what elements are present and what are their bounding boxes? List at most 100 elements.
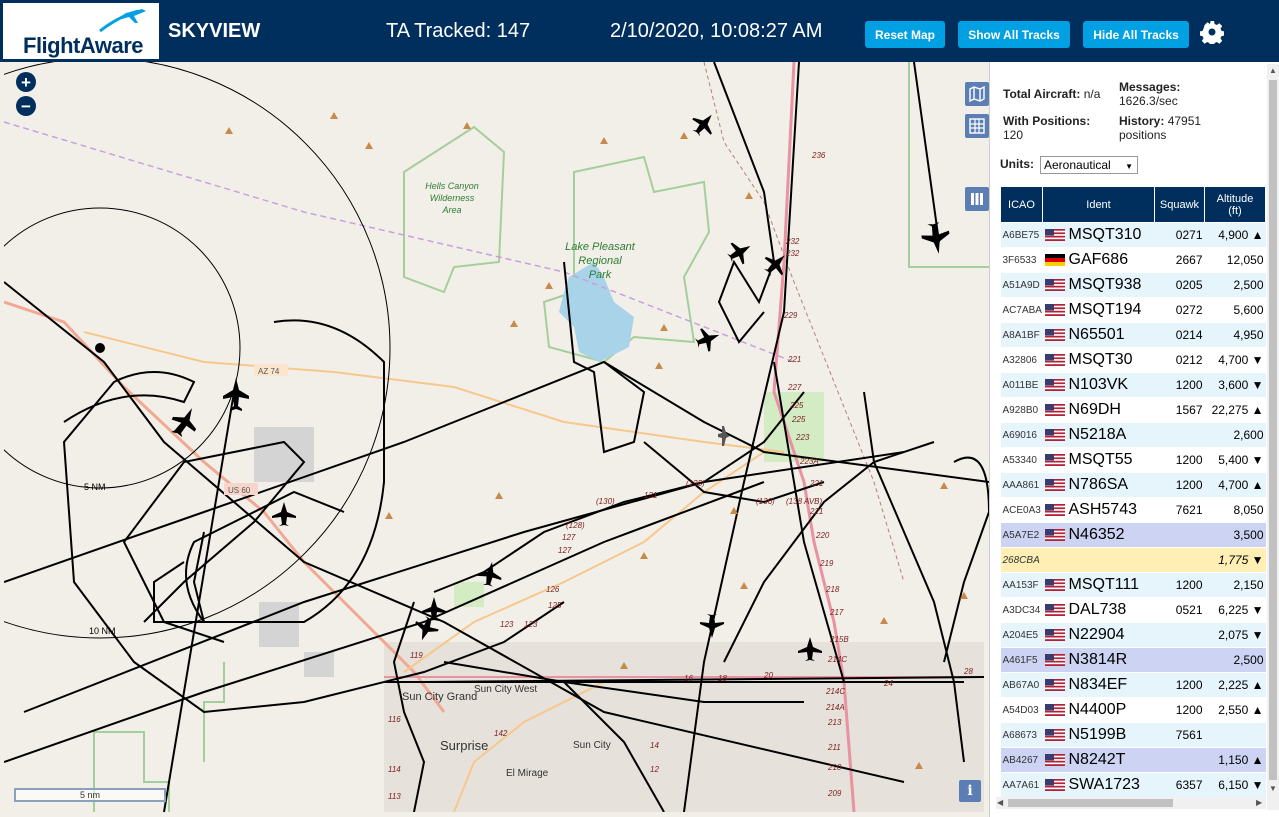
table-row[interactable]: 3F6533 GAF686 2667 12,050	[1000, 247, 1266, 273]
history-stat: History: 47951 positions	[1119, 114, 1201, 142]
cell-icao: A8A1BF	[1000, 322, 1043, 348]
grid-toggle-button[interactable]	[965, 114, 989, 138]
range-ring-10nm	[4, 62, 391, 639]
cell-altitude: 2,150	[1204, 572, 1266, 598]
scroll-right-arrow[interactable]: ▶	[1256, 798, 1262, 807]
urban-area	[254, 427, 314, 482]
table-row[interactable]: AAA861 N786SA 1200 4,700 ▲	[1000, 472, 1266, 498]
cell-ident: N4400P	[1042, 697, 1155, 723]
table-row[interactable]: A54D03 N4400P 1200 2,550 ▲	[1000, 697, 1266, 723]
col-header-altitude[interactable]: Altitude (ft)	[1204, 186, 1266, 223]
col-header-squawk[interactable]: Squawk	[1154, 186, 1205, 223]
cell-icao: A928B0	[1000, 397, 1043, 423]
gear-icon[interactable]	[1200, 20, 1224, 44]
table-row[interactable]: A32806 MSQT30 0212 4,700 ▼	[1000, 347, 1266, 373]
col-header-icao[interactable]: ICAO	[1000, 186, 1043, 223]
table-row[interactable]: A6BE75 MSQT310 0271 4,900 ▲	[1000, 222, 1266, 248]
scroll-down-arrow[interactable]: ▼	[1269, 784, 1277, 793]
table-row[interactable]: A5A7E2 N46352 3,500	[1000, 522, 1266, 548]
cell-altitude: 6,150 ▼	[1204, 772, 1266, 798]
table-row[interactable]: AA153F MSQT111 1200 2,150	[1000, 572, 1266, 598]
table-row[interactable]: A8A1BF N65501 0214 4,950	[1000, 322, 1266, 348]
table-row[interactable]: AA7A61 SWA1723 6357 6,150 ▼	[1000, 772, 1266, 798]
cell-squawk: 1200	[1154, 572, 1205, 598]
cell-icao: 3F6533	[1000, 247, 1043, 273]
cell-ident: MSQT30	[1042, 347, 1155, 373]
cell-squawk: 0214	[1154, 322, 1205, 348]
table-row[interactable]: ACE0A3 ASH5743 7621 8,050	[1000, 497, 1266, 523]
us-flag-icon	[1044, 328, 1065, 341]
scroll-left-arrow[interactable]: ◀	[997, 798, 1003, 807]
road-label: 221	[787, 355, 801, 364]
map-layers-button[interactable]	[965, 82, 989, 106]
table-row[interactable]: A011BE N103VK 1200 3,600 ▼	[1000, 372, 1266, 398]
table-row[interactable]: A51A9D MSQT938 0205 2,500	[1000, 272, 1266, 298]
table-row[interactable]: A3DC34 DAL738 0521 6,225 ▼	[1000, 597, 1266, 623]
cell-icao: A5A7E2	[1000, 522, 1043, 548]
us-flag-icon	[1044, 503, 1065, 516]
road-label: 123	[524, 620, 538, 629]
ident-text: SWA1723	[1068, 776, 1140, 793]
table-row[interactable]: AB67A0 N834EF 1200 2,225 ▲	[1000, 672, 1266, 698]
table-row[interactable]: 268CBA 1,775 ▼	[1000, 547, 1266, 573]
cell-squawk: 1567	[1154, 397, 1205, 423]
ident-text: N834EF	[1068, 676, 1128, 693]
columns-icon	[971, 193, 983, 205]
zoom-in-button[interactable]: +	[16, 72, 36, 92]
aircraft-panel: Total Aircraft: n/a Messages: 1626.3/sec…	[989, 62, 1279, 817]
us-flag-icon	[1044, 228, 1065, 241]
cell-ident: MSQT55	[1042, 447, 1155, 473]
table-row[interactable]: A69016 N5218A 2,600	[1000, 422, 1266, 448]
cell-altitude: 2,075 ▼	[1204, 622, 1266, 648]
show-all-tracks-button[interactable]: Show All Tracks	[958, 21, 1070, 48]
cell-altitude: 4,700 ▲	[1204, 472, 1266, 498]
ident-text: N5218A	[1068, 426, 1127, 443]
messages-stat: Messages: 1626.3/sec	[1119, 80, 1180, 108]
cell-icao: 268CBA	[1000, 547, 1043, 573]
units-select[interactable]: Aeronautical	[1040, 156, 1138, 175]
cell-squawk: 1200	[1154, 672, 1205, 698]
info-button[interactable]: i	[959, 780, 981, 802]
cell-squawk: 1200	[1154, 697, 1205, 723]
cell-altitude: 2,225 ▲	[1204, 672, 1266, 698]
cell-altitude: 4,900 ▲	[1204, 222, 1266, 248]
flightaware-logo[interactable]: FlightAware	[3, 3, 159, 59]
cell-icao: AA7A61	[1000, 772, 1043, 798]
us-flag-icon	[1044, 603, 1065, 616]
reset-map-button[interactable]: Reset Map	[865, 21, 945, 48]
cell-squawk: 0521	[1154, 597, 1205, 623]
us-flag-icon	[1044, 478, 1065, 491]
table-row[interactable]: A68673 N5199B 7561	[1000, 722, 1266, 748]
zoom-out-button[interactable]: −	[16, 96, 36, 116]
col-header-ident[interactable]: Ident	[1042, 186, 1155, 223]
cell-icao: A011BE	[1000, 372, 1043, 398]
cell-altitude: 4,700 ▼	[1204, 347, 1266, 373]
hells-canyon-label-1: Hells Canyon	[425, 181, 479, 191]
cell-squawk	[1154, 422, 1205, 448]
table-row[interactable]: A204E5 N22904 2,075 ▼	[1000, 622, 1266, 648]
receiver-location	[95, 343, 105, 353]
cell-squawk: 2667	[1154, 247, 1205, 273]
total-aircraft-label: Total Aircraft:	[1003, 87, 1081, 101]
cell-ident: MSQT194	[1042, 297, 1155, 323]
road-label: 225	[789, 401, 804, 410]
table-row[interactable]: A53340 MSQT55 1200 5,400 ▼	[1000, 447, 1266, 473]
table-row[interactable]: AB4267 N8242T 1,150 ▲	[1000, 747, 1266, 773]
scroll-up-arrow[interactable]: ▲	[1269, 66, 1277, 75]
cell-squawk: 1200	[1154, 472, 1205, 498]
table-row[interactable]: AC7ABA MSQT194 0272 5,600	[1000, 297, 1266, 323]
columns-toggle-button[interactable]	[965, 187, 989, 211]
road-label: 214A	[825, 703, 845, 712]
ident-text: DAL738	[1068, 601, 1127, 618]
vertical-scrollbar-thumb[interactable]	[1269, 80, 1277, 780]
us-flag-icon	[1044, 653, 1065, 666]
table-row[interactable]: A461F5 N3814R 2,500	[1000, 647, 1266, 673]
cell-icao: A204E5	[1000, 622, 1043, 648]
map-view[interactable]: 5 NM 10 NM Hells Canyon Wilderness Area …	[4, 62, 989, 812]
table-row[interactable]: A928B0 N69DH 1567 22,275 ▲	[1000, 397, 1266, 423]
ident-text: N5199B	[1068, 726, 1127, 743]
horizontal-scrollbar-thumb[interactable]	[1008, 799, 1173, 807]
road-label: 127	[562, 533, 576, 542]
germany-flag-icon	[1044, 253, 1065, 266]
hide-all-tracks-button[interactable]: Hide All Tracks	[1083, 21, 1189, 48]
